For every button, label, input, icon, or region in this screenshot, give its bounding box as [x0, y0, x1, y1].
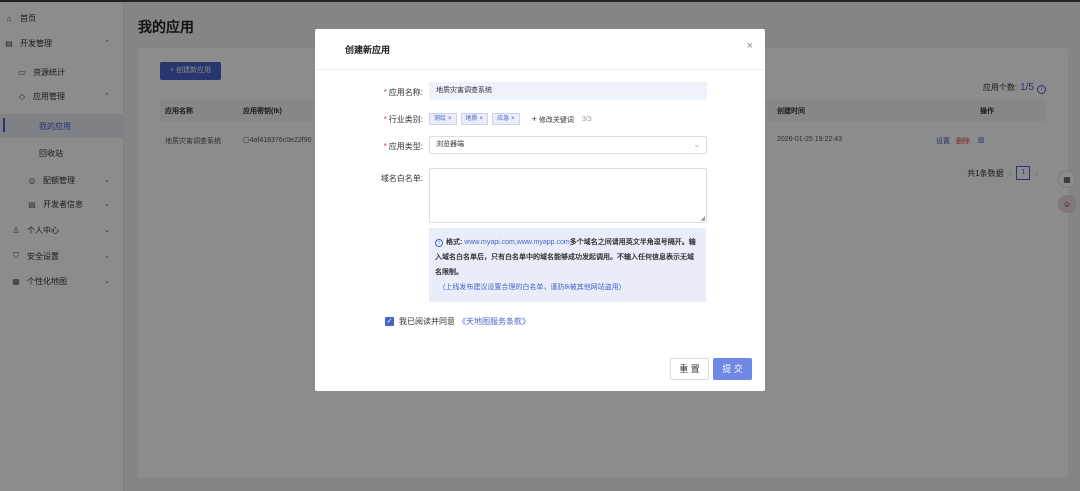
app-name-input[interactable]: 地质灾害调查系统: [429, 82, 707, 100]
whitelist-textarea[interactable]: ◢: [429, 168, 707, 223]
close-icon[interactable]: ×: [480, 116, 484, 122]
info-icon: i: [435, 239, 443, 247]
tag-item: 地质 ×: [460, 113, 489, 125]
agree-checkbox[interactable]: ✓: [385, 317, 394, 326]
close-icon[interactable]: ×: [448, 116, 452, 122]
whitelist-label: 域名白名单:: [380, 174, 423, 183]
create-app-modal: 创建新应用 × * 应用名称: 地质灾害调查系统 * 行业类别: 测绘 × 地质 × 应…: [315, 29, 765, 391]
reset-button[interactable]: 重 置: [670, 358, 709, 380]
app-name-label: * 应用名称:: [383, 88, 423, 97]
industry-label: * 行业类别:: [383, 115, 423, 124]
tag-item: 测绘 ×: [429, 113, 457, 125]
close-icon[interactable]: ×: [511, 116, 515, 122]
industry-tags: 测绘 × 地质 × 应急 × + 修改关键词 3/3: [429, 113, 592, 125]
app-type-label: * 应用类型:: [383, 142, 423, 151]
plus-icon: +: [531, 113, 537, 124]
resize-handle-icon[interactable]: ◢: [700, 215, 705, 222]
modify-keywords-button[interactable]: + 修改关键词: [532, 114, 574, 125]
divider: [315, 69, 765, 70]
terms-link[interactable]: 《天地图服务条款》: [458, 316, 530, 327]
agreement: ✓ 我已阅读并同意 《天地图服务条款》: [385, 316, 530, 327]
close-icon[interactable]: ×: [747, 40, 753, 52]
submit-button[interactable]: 提 交: [713, 358, 752, 380]
app-type-select[interactable]: 浏览器端 ⌄: [429, 136, 707, 154]
chevron-down-icon: ⌄: [693, 140, 700, 149]
tag-item: 应急 ×: [492, 113, 520, 125]
modal-title: 创建新应用: [345, 45, 391, 55]
agree-text: 我已阅读并同意: [399, 317, 455, 326]
whitelist-tip: i 格式: www.myapi.com,www.myapp.com多个域名之间请用…: [429, 228, 706, 302]
tag-count: 3/3: [581, 115, 592, 123]
